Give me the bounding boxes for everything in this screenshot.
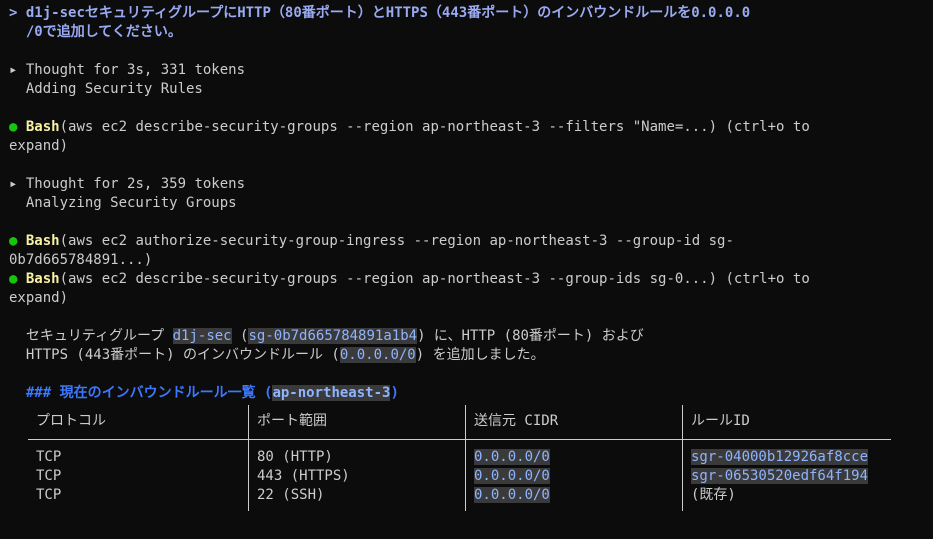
port-cell: 80 (HTTP): [248, 448, 466, 467]
column-header-protocol: プロトコル: [28, 405, 249, 440]
thought-summary-text-2: Analyzing Security Groups: [25, 195, 237, 211]
prompt-text-2: /0で追加してください。: [25, 24, 182, 40]
user-prompt-line-2: /0で追加してください。: [9, 23, 929, 42]
table-row: TCP 443 (HTTPS) 0.0.0.0/0 sgr-06530520ed…: [28, 467, 891, 486]
table-header-row: プロトコル ポート範囲 送信元 CIDR ルールID: [28, 405, 891, 440]
thought-header-text-2: Thought for 2s, 359 tokens: [25, 176, 246, 192]
column-header-rule-id: ルールID: [682, 405, 891, 440]
cidr-cell: 0.0.0.0/0: [474, 468, 550, 484]
thought-header-2[interactable]: ▸ Thought for 2s, 359 tokens: [9, 175, 929, 194]
bash-command-3-cont: expand): [9, 290, 69, 306]
cidr-value: 0.0.0.0/0: [339, 347, 416, 363]
terminal-output: > d1j-secセキュリティグループにHTTP（80番ポート）とHTTPS（4…: [9, 4, 929, 511]
thought-summary-1: Adding Security Rules: [9, 80, 929, 99]
result-text: ) を追加しました。: [415, 347, 545, 363]
table-row: TCP 80 (HTTP) 0.0.0.0/0 sgr-04000b12926a…: [28, 448, 891, 467]
bash-call-2-cont: 0b7d665784891...): [9, 251, 929, 270]
inbound-rules-table: プロトコル ポート範囲 送信元 CIDR ルールID TCP 80 (HTTP)…: [28, 405, 891, 511]
bash-call-3-cont: expand): [9, 289, 929, 308]
port-cell: 443 (HTTPS): [248, 467, 466, 486]
bash-command-1-cont: expand): [9, 138, 69, 154]
rule-id-cell: sgr-04000b12926af8cce: [691, 449, 869, 465]
result-text: ) に、HTTP (80番ポート) および: [417, 328, 644, 344]
thought-summary-2: Analyzing Security Groups: [9, 194, 929, 213]
rule-id-cell: (既存): [682, 486, 891, 511]
bash-call-3[interactable]: ● Bash(aws ec2 describe-security-groups …: [9, 270, 929, 289]
cidr-cell: 0.0.0.0/0: [474, 487, 550, 503]
result-text: HTTPS (443番ポート) のインバウンドルール (: [25, 347, 340, 363]
terminal-window: { "prompt": { "symbol": ">", "line1": "d…: [0, 0, 933, 539]
tool-name: Bash: [25, 233, 60, 249]
port-cell: 22 (SSH): [248, 486, 466, 511]
expand-triangle-icon[interactable]: ▸: [9, 62, 17, 78]
security-group-id: sg-0b7d665784891a1b4: [248, 328, 418, 344]
region-name: ap-northeast-3: [272, 385, 391, 401]
bash-call-1-cont: expand): [9, 137, 929, 156]
result-line-1: セキュリティグループ d1j-sec (sg-0b7d665784891a1b4…: [9, 327, 929, 346]
thought-header-text-1: Thought for 3s, 331 tokens: [25, 62, 246, 78]
tool-name: Bash: [25, 119, 60, 135]
table-row: TCP 22 (SSH) 0.0.0.0/0 (既存): [28, 486, 891, 511]
bash-command-3: (aws ec2 describe-security-groups --regi…: [59, 271, 810, 287]
status-dot-icon: ●: [9, 119, 18, 135]
bash-command-2-cont: 0b7d665784891...): [9, 252, 153, 268]
status-dot-icon: ●: [9, 233, 18, 249]
expand-triangle-icon[interactable]: ▸: [9, 176, 17, 192]
status-dot-icon: ●: [9, 271, 18, 287]
result-text: (: [231, 328, 249, 344]
thought-header-1[interactable]: ▸ Thought for 3s, 331 tokens: [9, 61, 929, 80]
protocol-cell: TCP: [36, 468, 62, 484]
section-heading-text: ### 現在のインバウンドルール一覧 (: [25, 385, 273, 401]
column-header-port-range: ポート範囲: [248, 405, 466, 440]
column-header-source-cidr: 送信元 CIDR: [465, 405, 683, 440]
thought-summary-text-1: Adding Security Rules: [25, 81, 203, 97]
prompt-text-1: d1j-secセキュリティグループにHTTP（80番ポート）とHTTPS（443…: [25, 5, 751, 21]
prompt-symbol: >: [9, 5, 18, 21]
tool-name: Bash: [25, 271, 60, 287]
protocol-cell: TCP: [36, 487, 62, 503]
result-line-2: HTTPS (443番ポート) のインバウンドルール (0.0.0.0/0) を…: [9, 346, 929, 365]
user-prompt-line-1: > d1j-secセキュリティグループにHTTP（80番ポート）とHTTPS（4…: [9, 4, 929, 23]
protocol-cell: TCP: [36, 449, 62, 465]
section-heading: ### 現在のインバウンドルール一覧 (ap-northeast-3): [9, 384, 929, 403]
security-group-name: d1j-sec: [172, 328, 232, 344]
bash-call-2[interactable]: ● Bash(aws ec2 authorize-security-group-…: [9, 232, 929, 251]
rule-id-cell: sgr-06530520edf64f194: [691, 468, 869, 484]
bash-command-2: (aws ec2 authorize-security-group-ingres…: [59, 233, 734, 249]
bash-command-1: (aws ec2 describe-security-groups --regi…: [59, 119, 810, 135]
cidr-cell: 0.0.0.0/0: [474, 449, 550, 465]
bash-call-1[interactable]: ● Bash(aws ec2 describe-security-groups …: [9, 118, 929, 137]
section-heading-suffix: ): [390, 385, 399, 401]
result-text: セキュリティグループ: [25, 328, 173, 344]
